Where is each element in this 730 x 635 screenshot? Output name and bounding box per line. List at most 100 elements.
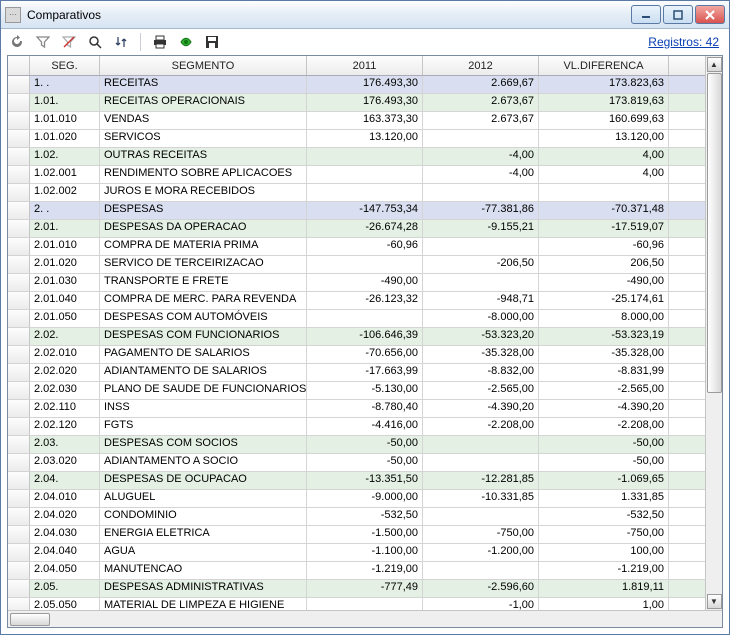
cell-y2012: -8.000,00 bbox=[423, 310, 539, 327]
table-row[interactable]: 2.02.010PAGAMENTO DE SALARIOS-70.656,00-… bbox=[8, 346, 722, 364]
col-header-seg[interactable]: SEG. bbox=[30, 56, 100, 75]
table-row[interactable]: 2.04.050MANUTENCAO-1.219,00-1.219,00 bbox=[8, 562, 722, 580]
table-row[interactable]: 1.02.001RENDIMENTO SOBRE APLICACOES-4,00… bbox=[8, 166, 722, 184]
table-row[interactable]: 2. .DESPESAS-147.753,34-77.381,86-70.371… bbox=[8, 202, 722, 220]
cell-seg: 2.05.050 bbox=[30, 598, 100, 610]
table-row[interactable]: 2.01.040COMPRA DE MERC. PARA REVENDA-26.… bbox=[8, 292, 722, 310]
table-row[interactable]: 2.02.030PLANO DE SAUDE DE FUNCIONARIOS-5… bbox=[8, 382, 722, 400]
cell-y2012: -1,00 bbox=[423, 598, 539, 610]
table-row[interactable]: 2.02.020ADIANTAMENTO DE SALARIOS-17.663,… bbox=[8, 364, 722, 382]
cell-segmento: VENDAS bbox=[100, 112, 307, 129]
cell-diff: 4,00 bbox=[539, 148, 669, 165]
cell-diff: 13.120,00 bbox=[539, 130, 669, 147]
clear-filter-button[interactable] bbox=[59, 32, 79, 52]
vertical-scrollbar[interactable]: ▲ ▼ bbox=[705, 56, 722, 610]
table-row[interactable]: 1.02.OUTRAS RECEITAS-4,004,00 bbox=[8, 148, 722, 166]
hscroll-thumb[interactable] bbox=[10, 613, 50, 626]
records-link[interactable]: Registros: 42 bbox=[648, 35, 723, 49]
cell-seg: 1.02. bbox=[30, 148, 100, 165]
cell-segmento: DESPESAS COM FUNCIONARIOS bbox=[100, 328, 307, 345]
row-gutter bbox=[8, 382, 30, 399]
scroll-down-arrow[interactable]: ▼ bbox=[707, 594, 722, 609]
table-row[interactable]: 2.04.010ALUGUEL-9.000,00-10.331,851.331,… bbox=[8, 490, 722, 508]
table-row[interactable]: 1.01.010VENDAS163.373,302.673,67160.699,… bbox=[8, 112, 722, 130]
row-gutter bbox=[8, 472, 30, 489]
table-row[interactable]: 2.01.DESPESAS DA OPERACAO-26.674,28-9.15… bbox=[8, 220, 722, 238]
cell-y2012 bbox=[423, 436, 539, 453]
data-grid[interactable]: SEG. SEGMENTO 2011 2012 VL.DIFERENCA 1. … bbox=[7, 55, 723, 628]
col-header-segmento[interactable]: SEGMENTO bbox=[100, 56, 307, 75]
cell-segmento: PLANO DE SAUDE DE FUNCIONARIOS bbox=[100, 382, 307, 399]
col-header-2011[interactable]: 2011 bbox=[307, 56, 423, 75]
cell-diff: -4.390,20 bbox=[539, 400, 669, 417]
cell-segmento: AGUA bbox=[100, 544, 307, 561]
table-row[interactable]: 2.03.DESPESAS COM SOCIOS-50,00-50,00 bbox=[8, 436, 722, 454]
cell-y2011: -147.753,34 bbox=[307, 202, 423, 219]
row-gutter bbox=[8, 202, 30, 219]
sort-button[interactable] bbox=[111, 32, 131, 52]
cell-seg: 1.01.020 bbox=[30, 130, 100, 147]
table-row[interactable]: 2.05.050MATERIAL DE LIMPEZA E HIGIENE-1,… bbox=[8, 598, 722, 610]
window-title: Comparativos bbox=[27, 8, 631, 22]
table-row[interactable]: 2.01.020SERVICO DE TERCEIRIZACAO-206,502… bbox=[8, 256, 722, 274]
app-window: ··· Comparativos bbox=[0, 0, 730, 635]
cell-y2011: -50,00 bbox=[307, 436, 423, 453]
cell-seg: 2.01.020 bbox=[30, 256, 100, 273]
table-row[interactable]: 2.05.DESPESAS ADMINISTRATIVAS-777,49-2.5… bbox=[8, 580, 722, 598]
cell-segmento: MANUTENCAO bbox=[100, 562, 307, 579]
cell-y2012 bbox=[423, 184, 539, 201]
cell-seg: 2.04.050 bbox=[30, 562, 100, 579]
table-row[interactable]: 2.03.020ADIANTAMENTO A SOCIO-50,00-50,00 bbox=[8, 454, 722, 472]
table-row[interactable]: 2.01.050DESPESAS COM AUTOMÓVEIS-8.000,00… bbox=[8, 310, 722, 328]
scroll-thumb[interactable] bbox=[707, 73, 722, 393]
close-button[interactable] bbox=[695, 5, 725, 24]
table-row[interactable]: 2.02.110INSS-8.780,40-4.390,20-4.390,20 bbox=[8, 400, 722, 418]
cell-y2011: -490,00 bbox=[307, 274, 423, 291]
refresh-button[interactable] bbox=[7, 32, 27, 52]
row-gutter bbox=[8, 562, 30, 579]
table-row[interactable]: 2.04.040AGUA-1.100,00-1.200,00100,00 bbox=[8, 544, 722, 562]
col-header-diff[interactable]: VL.DIFERENCA bbox=[539, 56, 669, 75]
row-gutter bbox=[8, 76, 30, 93]
search-button[interactable] bbox=[85, 32, 105, 52]
cell-segmento: FGTS bbox=[100, 418, 307, 435]
cell-diff: 4,00 bbox=[539, 166, 669, 183]
cell-seg: 2.04. bbox=[30, 472, 100, 489]
table-row[interactable]: 2.02.120FGTS-4.416,00-2.208,00-2.208,00 bbox=[8, 418, 722, 436]
table-row[interactable]: 1.01.020SERVICOS13.120,0013.120,00 bbox=[8, 130, 722, 148]
table-row[interactable]: 2.04.030ENERGIA ELETRICA-1.500,00-750,00… bbox=[8, 526, 722, 544]
print-button[interactable] bbox=[150, 32, 170, 52]
export-button[interactable] bbox=[176, 32, 196, 52]
grid-rows[interactable]: 1. .RECEITAS176.493,302.669,67173.823,63… bbox=[8, 76, 722, 610]
cell-segmento: COMPRA DE MERC. PARA REVENDA bbox=[100, 292, 307, 309]
minimize-button[interactable] bbox=[631, 5, 661, 24]
cell-diff: -1.069,65 bbox=[539, 472, 669, 489]
scroll-up-arrow[interactable]: ▲ bbox=[707, 57, 722, 72]
titlebar[interactable]: ··· Comparativos bbox=[1, 1, 729, 29]
cell-segmento: DESPESAS DE OCUPACAO bbox=[100, 472, 307, 489]
maximize-button[interactable] bbox=[663, 5, 693, 24]
table-row[interactable]: 1.01.RECEITAS OPERACIONAIS176.493,302.67… bbox=[8, 94, 722, 112]
col-header-2012[interactable]: 2012 bbox=[423, 56, 539, 75]
cell-y2012: 2.673,67 bbox=[423, 94, 539, 111]
save-button[interactable] bbox=[202, 32, 222, 52]
cell-y2011 bbox=[307, 598, 423, 610]
cell-y2011: -1.500,00 bbox=[307, 526, 423, 543]
table-row[interactable]: 2.02.DESPESAS COM FUNCIONARIOS-106.646,3… bbox=[8, 328, 722, 346]
cell-y2011: -26.674,28 bbox=[307, 220, 423, 237]
table-row[interactable]: 1. .RECEITAS176.493,302.669,67173.823,63 bbox=[8, 76, 722, 94]
table-row[interactable]: 2.01.030TRANSPORTE E FRETE-490,00-490,00 bbox=[8, 274, 722, 292]
cell-seg: 2.04.010 bbox=[30, 490, 100, 507]
table-row[interactable]: 1.02.002JUROS E MORA RECEBIDOS bbox=[8, 184, 722, 202]
table-row[interactable]: 2.01.010COMPRA DE MATERIA PRIMA-60,96-60… bbox=[8, 238, 722, 256]
horizontal-scrollbar[interactable] bbox=[8, 610, 722, 627]
filter-button[interactable] bbox=[33, 32, 53, 52]
gutter-header bbox=[8, 56, 30, 75]
table-row[interactable]: 2.04.020CONDOMINIO-532,50-532,50 bbox=[8, 508, 722, 526]
cell-y2011 bbox=[307, 310, 423, 327]
table-row[interactable]: 2.04.DESPESAS DE OCUPACAO-13.351,50-12.2… bbox=[8, 472, 722, 490]
cell-segmento: DESPESAS COM SOCIOS bbox=[100, 436, 307, 453]
cell-diff bbox=[539, 184, 669, 201]
cell-y2012: -2.565,00 bbox=[423, 382, 539, 399]
scroll-track[interactable] bbox=[707, 73, 722, 593]
